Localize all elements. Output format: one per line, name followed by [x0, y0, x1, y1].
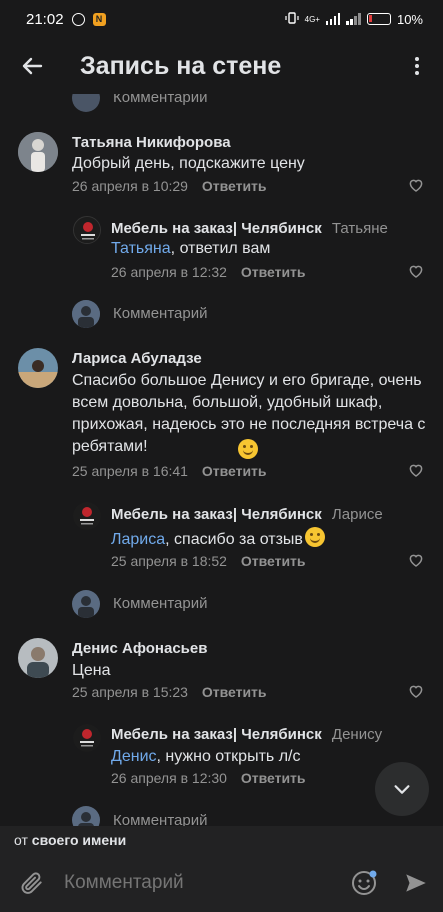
- battery-icon: [366, 13, 391, 25]
- own-avatar[interactable]: [72, 300, 100, 328]
- add-comment-link[interactable]: Комментарий: [113, 812, 207, 826]
- reply-text: Татьяна, ответил вам: [111, 238, 421, 260]
- reply-meta: 26 апреля в 12:30 Ответить: [111, 770, 306, 786]
- like-heart-icon[interactable]: [407, 682, 425, 700]
- grin-emoji-icon: [304, 527, 325, 547]
- reply-text: Денис, нужно открыть л/с: [111, 746, 421, 768]
- reply-button[interactable]: Ответить: [241, 264, 306, 280]
- comment-meta: 25 апреля в 15:23 Ответить: [72, 684, 267, 700]
- add-comment-link[interactable]: Комментарий: [113, 305, 207, 322]
- reply-text: Лариса, спасибо за отзыв: [111, 527, 421, 551]
- reply-date: 26 апреля в 12:32: [111, 264, 227, 280]
- alarm-icon: [71, 12, 85, 26]
- reply-author[interactable]: Мебель на заказ| Челябинск Денису: [111, 726, 382, 743]
- reply-author[interactable]: Мебель на заказ| Челябинск Татьяне: [111, 220, 388, 237]
- group-avatar[interactable]: [73, 502, 101, 530]
- page-title: Запись на стене: [80, 51, 282, 80]
- send-button[interactable]: [389, 854, 443, 912]
- vibrate-icon: [285, 11, 299, 28]
- group-avatar[interactable]: [73, 724, 101, 752]
- post-as-name[interactable]: своего имени: [32, 832, 126, 848]
- status-time: 21:02: [26, 10, 64, 28]
- signal-icon: [325, 13, 341, 25]
- reply-button[interactable]: Ответить: [202, 684, 267, 700]
- chevron-down-icon: [394, 785, 410, 794]
- like-heart-icon[interactable]: [407, 176, 425, 194]
- signal-2-icon: [346, 13, 361, 25]
- status-bar: 21:02 N 4G+ 10%: [0, 0, 443, 38]
- comment-meta: 26 апреля в 10:29 Ответить: [72, 178, 267, 194]
- user-avatar[interactable]: [72, 94, 100, 112]
- back-button[interactable]: [0, 38, 64, 94]
- like-heart-icon[interactable]: [407, 262, 425, 280]
- emoji-picker-button[interactable]: [339, 854, 389, 912]
- mention-link[interactable]: Татьяна: [111, 240, 171, 257]
- post-as-prefix: от: [14, 832, 28, 848]
- comment-author[interactable]: Денис Афонасьев: [72, 640, 207, 657]
- status-right: 4G+ 10%: [285, 11, 423, 28]
- reply-meta: 26 апреля в 12:32 Ответить: [111, 264, 306, 280]
- reply-recipient: Денису: [331, 726, 383, 743]
- send-icon: [406, 874, 426, 892]
- reply-author[interactable]: Мебель на заказ| Челябинск Ларисе: [111, 506, 383, 523]
- smile-emoji-icon: [238, 439, 258, 459]
- comment-author[interactable]: Лариса Абуладзе: [72, 350, 202, 367]
- add-comment-link[interactable]: Комментарий: [113, 595, 207, 612]
- comment-date: 25 апреля в 16:41: [72, 463, 188, 479]
- comment-author[interactable]: Татьяна Никифорова: [72, 134, 231, 151]
- comment-meta: 25 апреля в 16:41 Ответить: [72, 463, 267, 479]
- reply-date: 26 апреля в 12:30: [111, 770, 227, 786]
- reply-button[interactable]: Ответить: [241, 553, 306, 569]
- group-avatar[interactable]: [73, 216, 101, 244]
- attach-button[interactable]: [0, 854, 64, 912]
- reply-button[interactable]: Ответить: [241, 770, 306, 786]
- network-type: 4G+: [304, 14, 320, 24]
- back-arrow-icon: [22, 57, 43, 75]
- commenter-avatar[interactable]: [18, 638, 58, 678]
- comment-input[interactable]: [64, 872, 339, 894]
- comment-composer: [0, 854, 443, 912]
- battery-level: 10%: [396, 11, 423, 27]
- comments-feed[interactable]: Комментарий Татьяна Никифорова Добрый де…: [0, 94, 443, 826]
- reply-button[interactable]: Ответить: [202, 463, 267, 479]
- reply-author-name[interactable]: Мебель на заказ| Челябинск: [111, 506, 322, 523]
- reply-date: 25 апреля в 18:52: [111, 553, 227, 569]
- comment-link[interactable]: Комментарий: [113, 94, 207, 106]
- comment-text: Добрый день, подскажите цену: [72, 155, 305, 172]
- reply-meta: 25 апреля в 18:52 Ответить: [111, 553, 306, 569]
- post-as-selector[interactable]: от своего имени: [0, 826, 443, 854]
- comment-date: 26 апреля в 10:29: [72, 178, 188, 194]
- paperclip-icon: [21, 872, 42, 894]
- reply-body: , ответил вам: [170, 240, 271, 257]
- own-avatar[interactable]: [72, 590, 100, 618]
- scroll-down-button[interactable]: [375, 762, 429, 816]
- reply-author-name[interactable]: Мебель на заказ| Челябинск: [111, 726, 322, 743]
- status-left: 21:02 N: [26, 11, 106, 28]
- top-app-bar: Запись на стене: [0, 38, 443, 94]
- notification-badge-icon: N: [92, 12, 106, 26]
- reply-button[interactable]: Ответить: [202, 178, 267, 194]
- commenter-avatar[interactable]: [18, 132, 58, 172]
- comment-date: 25 апреля в 15:23: [72, 684, 188, 700]
- like-heart-icon[interactable]: [407, 551, 425, 569]
- reply-recipient: Татьяне: [331, 220, 388, 237]
- reply-recipient: Ларисе: [331, 506, 383, 523]
- reply-body: , спасибо за отзыв: [165, 531, 303, 548]
- reply-body: , нужно открыть л/с: [156, 748, 301, 765]
- comment-text: Цена: [72, 662, 111, 679]
- reply-author-name[interactable]: Мебель на заказ| Челябинск: [111, 220, 322, 237]
- more-options-button[interactable]: [391, 38, 443, 94]
- own-avatar[interactable]: [72, 806, 100, 826]
- mention-link[interactable]: Лариса: [111, 531, 165, 548]
- smile-icon: [352, 870, 377, 895]
- like-heart-icon[interactable]: [407, 461, 425, 479]
- commenter-avatar[interactable]: [18, 348, 58, 388]
- mention-link[interactable]: Денис: [111, 748, 157, 765]
